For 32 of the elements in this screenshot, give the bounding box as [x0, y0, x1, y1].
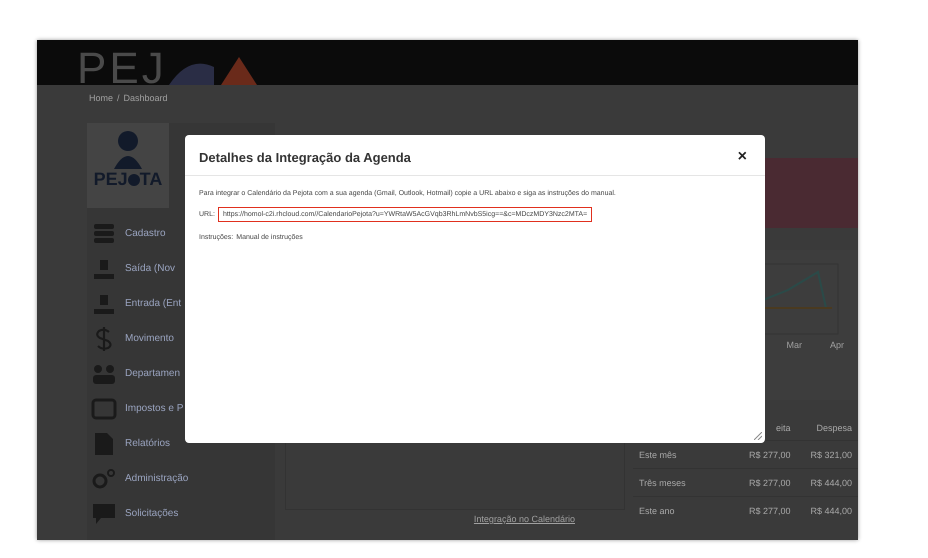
table-cell: R$ 277,00 [735, 468, 796, 496]
logo-text: PEJ [77, 47, 167, 85]
close-button[interactable]: × [736, 149, 749, 165]
menu-item[interactable]: Impostos e P [125, 403, 184, 414]
breadcrumb-current: Dashboard [124, 93, 168, 105]
column-header: eita [776, 423, 790, 433]
table-cell: R$ 444,00 [796, 496, 858, 524]
ball-icon [128, 174, 140, 186]
headset-avatar-icon [111, 129, 145, 169]
breadcrumb-separator: / [117, 93, 120, 105]
breadcrumb-link[interactable]: Home [89, 93, 114, 105]
table-cell: R$ 444,00 [796, 468, 858, 496]
table-cell: R$ 321,00 [796, 440, 858, 468]
column-header: Despesa [816, 423, 852, 433]
menu-item[interactable]: Movimento [125, 333, 174, 344]
menu-item[interactable]: Solicitações [125, 508, 178, 519]
menu-item[interactable]: Relatórios [125, 438, 170, 449]
table-cell: Este ano [633, 496, 735, 524]
menu-item[interactable]: Entrada (Ent [125, 298, 182, 309]
logo-icon [168, 55, 259, 85]
tray-icon [91, 396, 117, 422]
axis-label: Mar [786, 340, 802, 350]
axis-label: Apr [830, 340, 844, 350]
table-cell: Três meses [633, 468, 735, 496]
resize-grip-icon[interactable] [754, 432, 762, 440]
modal-title: Detalhes da Integração da Agenda [199, 150, 411, 164]
menu-item[interactable]: Administração [125, 473, 188, 484]
menu-item[interactable]: Saída (Nov [125, 263, 176, 274]
table-cell: R$ 277,00 [735, 496, 796, 524]
calendar-integration-link[interactable]: Integração no Calendário [474, 514, 575, 524]
menu-item[interactable]: Cadastro [125, 228, 166, 239]
menu-item[interactable]: Departamen [125, 368, 180, 379]
